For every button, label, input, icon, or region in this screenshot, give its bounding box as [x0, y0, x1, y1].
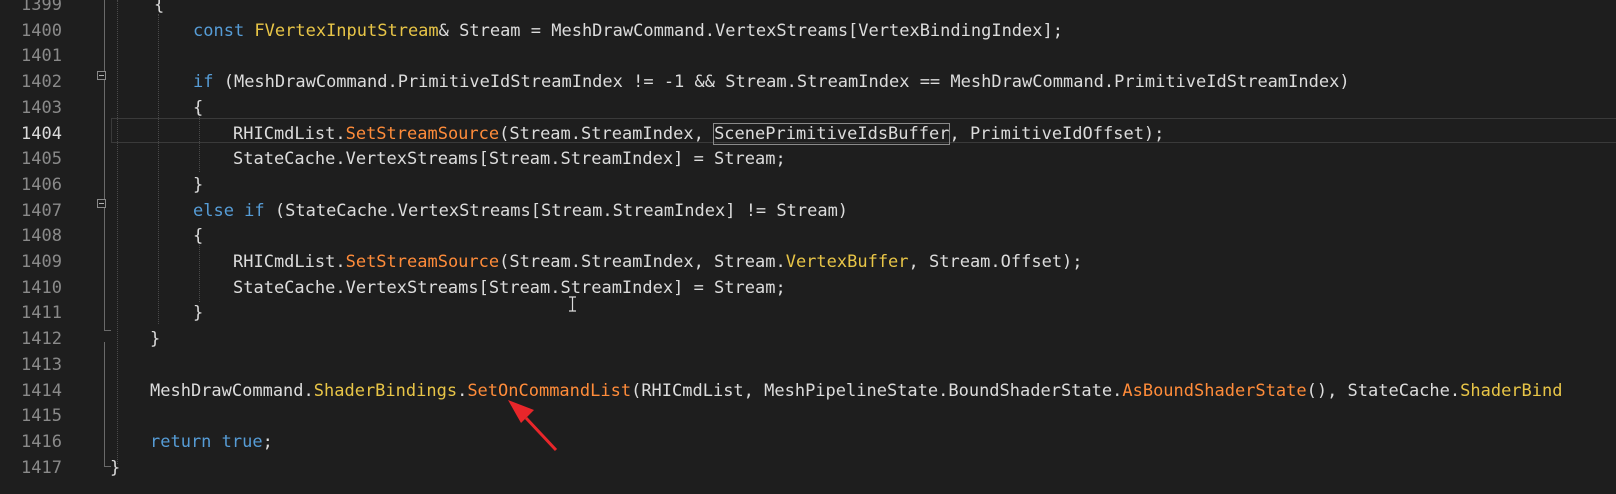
code-editor[interactable]: 1399{1400 const FVertexInputStream& Strea…	[0, 0, 1616, 494]
red-arrow-icon	[508, 400, 558, 452]
